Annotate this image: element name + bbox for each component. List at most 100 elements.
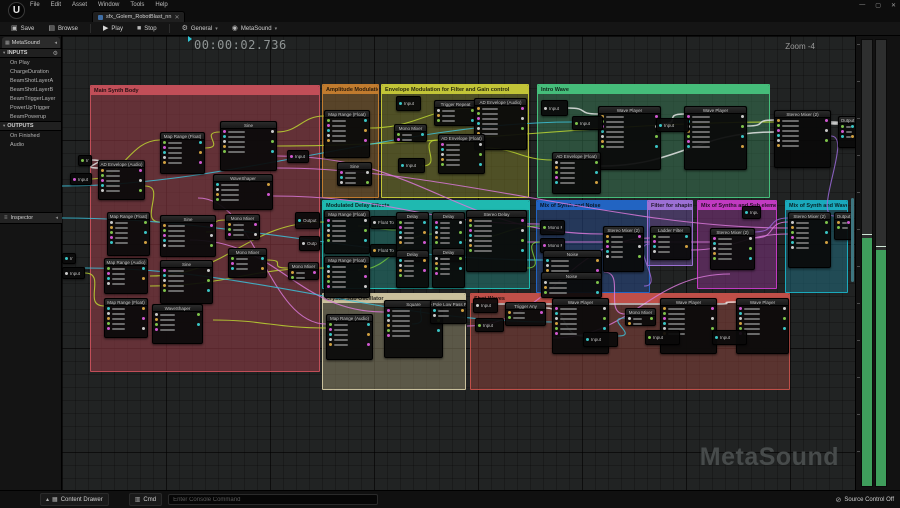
input-pin[interactable] <box>555 161 558 164</box>
node-header[interactable]: Stereo Mixer (2) <box>604 227 643 234</box>
input-pin[interactable] <box>435 272 438 275</box>
output-pin[interactable] <box>364 275 367 278</box>
input-pin[interactable] <box>107 327 110 330</box>
input-pin[interactable] <box>508 311 511 314</box>
output-pin[interactable] <box>271 150 274 153</box>
graph-node-sine[interactable]: Sine <box>337 162 372 186</box>
graph-node-waveshaper[interactable]: WaveShaper <box>152 304 203 344</box>
graph-node-noise[interactable]: Noise <box>541 272 602 298</box>
input-pin[interactable] <box>437 114 440 117</box>
input-pin[interactable] <box>713 242 716 245</box>
input-pin[interactable] <box>435 241 438 244</box>
input-pin[interactable] <box>777 119 780 122</box>
output-pin[interactable] <box>825 139 828 142</box>
input-pin[interactable] <box>777 134 780 137</box>
node-pin[interactable] <box>302 242 305 245</box>
input-pin[interactable] <box>329 343 332 346</box>
input-pin[interactable] <box>791 241 794 244</box>
node-header[interactable]: WaveShaper <box>153 305 202 312</box>
input-pin[interactable] <box>107 322 110 325</box>
output-pin[interactable] <box>711 317 714 320</box>
output-pin[interactable] <box>521 107 524 110</box>
graph-node-mono-mixer[interactable]: Mono Mixer <box>394 124 427 142</box>
input-pin[interactable] <box>687 140 690 143</box>
output-pin[interactable] <box>364 219 367 222</box>
input-pin[interactable] <box>739 317 742 320</box>
graph-node-wave-player[interactable]: Wave Player <box>736 298 789 354</box>
node-header[interactable]: Delay <box>397 251 428 258</box>
output-pin[interactable] <box>540 311 543 314</box>
graph-node-map-range-float-[interactable]: Map Range (Float) <box>324 256 370 298</box>
output-pin[interactable] <box>603 327 606 330</box>
input-pin[interactable] <box>777 129 780 132</box>
input-pin[interactable] <box>216 188 219 191</box>
input-pin[interactable] <box>107 312 110 315</box>
graph-node-input[interactable]: Input <box>398 158 425 173</box>
input-pin[interactable] <box>435 226 438 229</box>
graph-node-mono-mixer[interactable]: Mono Mixer <box>228 248 267 278</box>
output-pin[interactable] <box>783 317 786 320</box>
input-pin[interactable] <box>477 112 480 115</box>
graph-node-input[interactable]: Input <box>475 318 504 332</box>
input-pin[interactable] <box>544 286 547 289</box>
menu-file[interactable]: File <box>30 2 40 8</box>
node-header[interactable]: One Pole Low Pass Filter <box>431 301 466 308</box>
input-pin[interactable] <box>327 219 330 222</box>
output-pin[interactable] <box>825 129 828 132</box>
node-pin[interactable] <box>298 219 301 222</box>
output-pin[interactable] <box>825 119 828 122</box>
outputs-section-header[interactable]: ▾ OUTPUTS <box>0 121 61 131</box>
output-item-audio[interactable]: Audio <box>0 140 61 149</box>
input-pin[interactable] <box>399 236 402 239</box>
output-pin[interactable] <box>144 241 147 244</box>
input-pin[interactable] <box>544 281 547 284</box>
input-pin[interactable] <box>791 221 794 224</box>
input-pin[interactable] <box>223 150 226 153</box>
output-pin[interactable] <box>199 161 202 164</box>
input-pin[interactable] <box>107 317 110 320</box>
input-pin[interactable] <box>327 229 330 232</box>
input-pin[interactable] <box>231 262 234 265</box>
input-pin[interactable] <box>155 318 158 321</box>
output-pin[interactable] <box>142 267 145 270</box>
tab-close-icon[interactable]: ✕ <box>174 14 179 21</box>
input-pin[interactable] <box>101 169 104 172</box>
node-header[interactable]: Sine <box>161 261 212 268</box>
input-pin[interactable] <box>435 236 438 239</box>
asset-tab[interactable]: sfx_Golem_RobotBlast_nn ✕ <box>92 11 186 22</box>
graph-node-mono-mixer[interactable]: Mono Mixer <box>225 214 260 240</box>
output-pin[interactable] <box>741 135 744 138</box>
input-pin[interactable] <box>163 269 166 272</box>
output-pin[interactable] <box>364 119 367 122</box>
graph-node-mono-mixer[interactable]: Mono Mixer <box>288 262 319 280</box>
output-pin[interactable] <box>142 307 145 310</box>
node-pin[interactable] <box>575 121 578 125</box>
graph-node-map-range-audio-[interactable]: Map Range (Audio) <box>326 314 373 360</box>
output-pin[interactable] <box>741 125 744 128</box>
node-header[interactable]: Output <box>835 213 852 220</box>
output-pin[interactable] <box>459 221 462 224</box>
input-pin[interactable] <box>223 135 226 138</box>
input-pin[interactable] <box>327 119 330 122</box>
input-pin[interactable] <box>437 119 440 122</box>
node-header[interactable]: Delay <box>433 249 464 256</box>
output-pin[interactable] <box>207 279 210 282</box>
input-pin[interactable] <box>163 284 166 287</box>
input-pin[interactable] <box>663 317 666 320</box>
node-header[interactable]: Trigger Any <box>506 303 545 310</box>
graph-node-input[interactable]: Input <box>583 332 618 347</box>
node-header[interactable]: Mono Mixer <box>229 249 266 256</box>
output-pin[interactable] <box>364 229 367 232</box>
output-pin[interactable] <box>364 139 367 142</box>
output-pin[interactable] <box>783 327 786 330</box>
input-pin[interactable] <box>163 161 166 164</box>
input-pin[interactable] <box>441 148 444 151</box>
output-pin[interactable] <box>313 271 316 274</box>
maximize-button[interactable]: ▢ <box>875 2 881 9</box>
input-pin[interactable] <box>841 135 844 138</box>
output-pin[interactable] <box>851 125 854 128</box>
input-item-beamshotlayerb[interactable]: BeamShotLayerB <box>0 85 61 94</box>
node-header[interactable]: Noise <box>544 251 601 258</box>
graph-node-float-to-time[interactable]: Float To Time <box>370 216 397 229</box>
output-pin[interactable] <box>367 343 370 346</box>
